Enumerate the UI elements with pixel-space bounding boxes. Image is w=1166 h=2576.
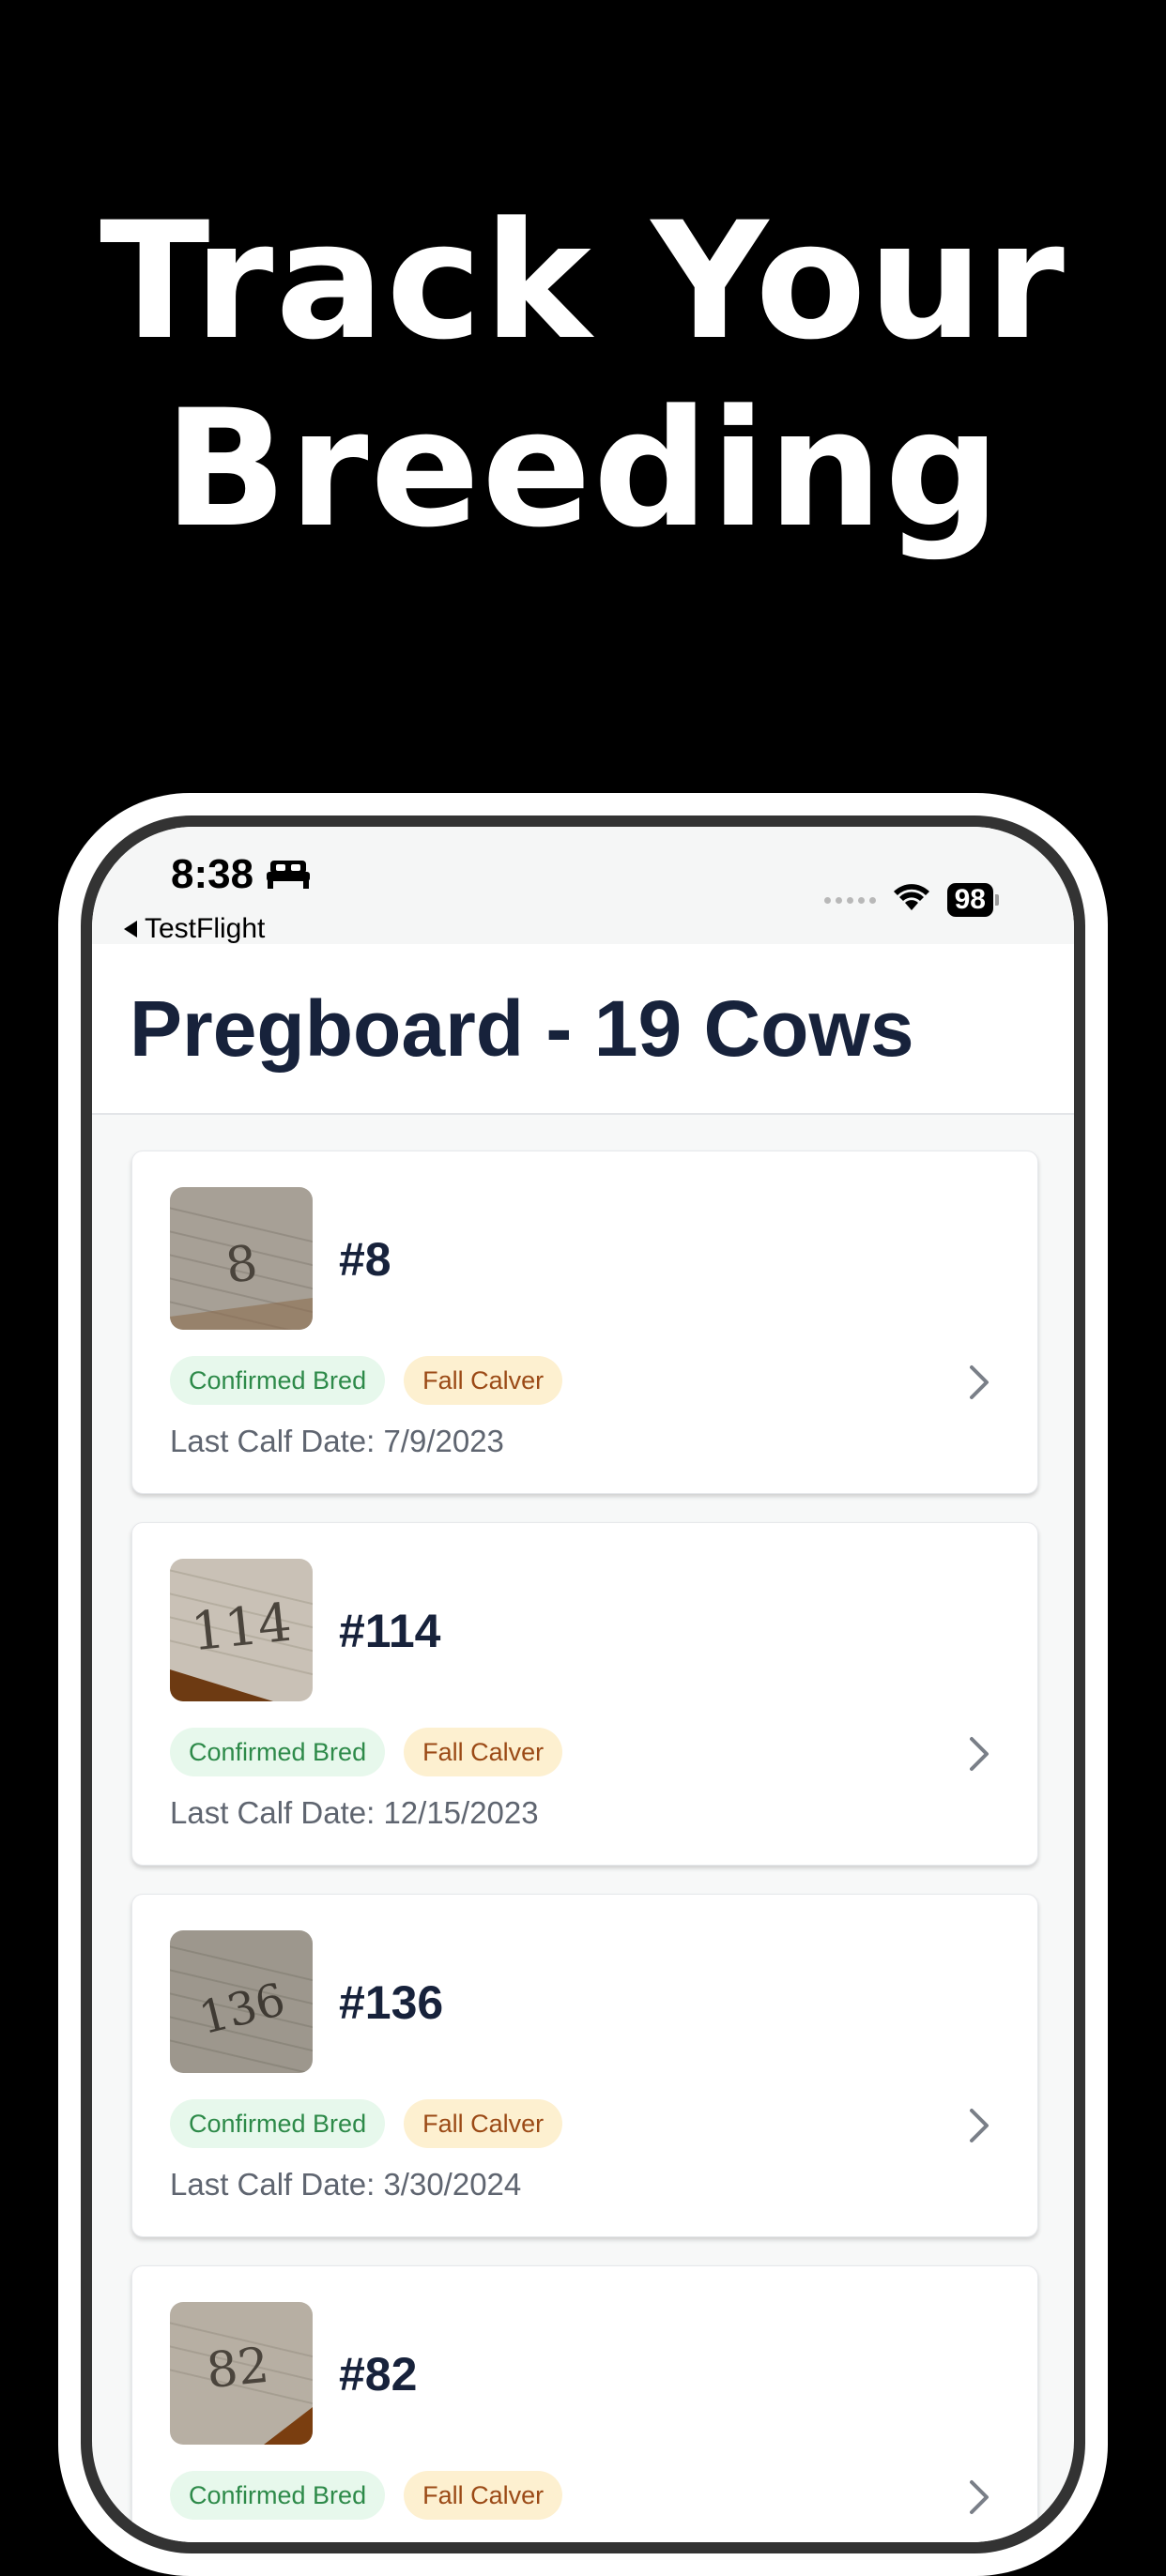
back-arrow-icon [124,921,137,937]
status-time-label: 8:38 [171,851,254,897]
chevron-right-icon [968,1364,990,1401]
status-badge: Confirmed Bred [170,1356,386,1405]
back-app-label: TestFlight [145,913,266,944]
cow-badges: Confirmed Bred Fall Calver [170,1728,563,1776]
chevron-right-icon [968,2107,990,2144]
status-badge: Confirmed Bred [170,2471,386,2520]
status-time: 8:38 [171,851,312,898]
wifi-icon [893,883,930,917]
season-badge: Fall Calver [404,2471,563,2520]
phone-screen: 8:38 TestFlight 98 Pregboard - 19 Cows 8… [92,827,1074,2542]
back-to-testflight-link[interactable]: TestFlight [124,913,265,945]
cow-badges: Confirmed Bred Fall Calver [170,2471,563,2520]
cow-badges: Confirmed Bred Fall Calver [170,1356,563,1405]
phone-bezel: 8:38 TestFlight 98 Pregboard - 19 Cows 8… [81,815,1085,2553]
cow-name: #136 [339,1976,444,2029]
cow-card[interactable]: 8 #8 Confirmed Bred Fall Calver Last Cal… [131,1151,1038,1494]
battery-icon: 98 [946,883,999,917]
cow-name: #82 [339,2348,418,2401]
cow-name: #114 [339,1605,441,1657]
page-title: Pregboard - 19 Cows [130,984,914,1073]
cow-list: 8 #8 Confirmed Bred Fall Calver Last Cal… [131,1151,1038,2542]
cow-tag-photo: 136 [170,1930,313,2073]
headline-line-2: Breeding [163,374,1003,563]
svg-text:82: 82 [204,2338,271,2401]
status-badge: Confirmed Bred [170,2099,386,2148]
season-badge: Fall Calver [404,1356,563,1405]
cow-tag-photo: 114 [170,1559,313,1701]
cow-card[interactable]: 82 #82 Confirmed Bred Fall Calver [131,2265,1038,2542]
chevron-right-icon [968,2478,990,2516]
season-badge: Fall Calver [404,1728,563,1776]
phone-frame: 8:38 TestFlight 98 Pregboard - 19 Cows 8… [58,793,1108,2576]
last-calf-date: Last Calf Date: 12/15/2023 [170,1795,539,1830]
headline-line-1: Track Your [100,187,1066,375]
last-calf-date: Last Calf Date: 3/30/2024 [170,2167,522,2202]
battery-level: 98 [946,883,993,917]
status-bar: 8:38 TestFlight 98 [92,827,1074,944]
chevron-right-icon [968,1735,990,1773]
season-badge: Fall Calver [404,2099,563,2148]
cow-card[interactable]: 114 #114 Confirmed Bred Fall Calver Last… [131,1522,1038,1866]
last-calf-date: Last Calf Date: 7/9/2023 [170,1424,504,1458]
cow-card[interactable]: 136 #136 Confirmed Bred Fall Calver Last… [131,1894,1038,2237]
page-header: Pregboard - 19 Cows [92,944,1074,1115]
cow-name: #8 [339,1233,391,1286]
cow-badges: Confirmed Bred Fall Calver [170,2099,563,2148]
bed-icon [265,859,312,891]
svg-text:114: 114 [189,1593,295,1664]
cow-tag-photo: 82 [170,2302,313,2445]
signal-icon [823,896,876,904]
status-indicators: 98 [823,883,999,917]
cow-tag-photo: 8 [170,1187,313,1330]
marketing-headline: Track Your Breeding [0,188,1166,563]
status-badge: Confirmed Bred [170,1728,386,1776]
